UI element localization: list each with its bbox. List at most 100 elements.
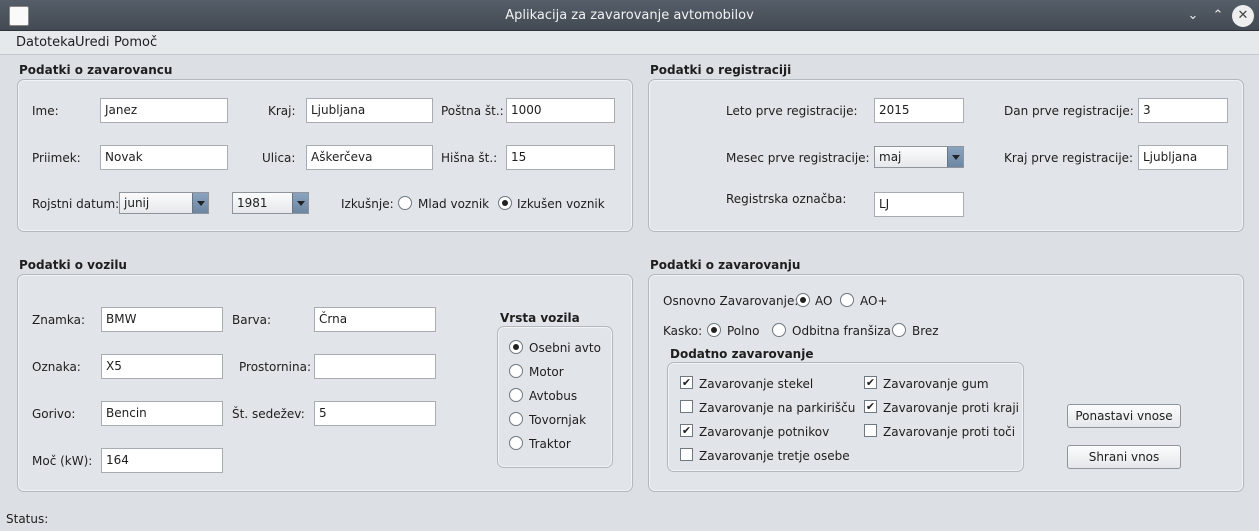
postal-label: Poštna št.:	[441, 104, 504, 118]
reg-place-label: Kraj prve registracije:	[1004, 151, 1134, 165]
menu-edit[interactable]: Uredi	[75, 35, 109, 50]
reg-month-value: maj	[879, 150, 902, 164]
kasko-franchise-label: Odbitna franšiza	[792, 324, 891, 338]
kasko-none-radio[interactable]	[892, 323, 906, 337]
parking-checkbox[interactable]	[680, 400, 693, 413]
basic-insurance-label: Osnovno Zavarovanje:	[663, 294, 799, 308]
basic-ao-plus-radio[interactable]	[840, 293, 854, 307]
kasko-none-label: Brez	[912, 324, 939, 338]
place-field[interactable]: Ljubljana	[306, 98, 433, 123]
vehicle-type-radio-tovornjak[interactable]	[509, 412, 523, 426]
glass-checkbox[interactable]: ✔	[680, 376, 693, 389]
tires-checkbox[interactable]: ✔	[864, 376, 877, 389]
kasko-franchise-radio[interactable]	[772, 323, 786, 337]
vehicle-type-label-motor: Motor	[529, 365, 564, 379]
model-label: Oznaka:	[32, 360, 81, 374]
experienced-driver-radio[interactable]	[498, 196, 512, 210]
surname-field[interactable]: Novak	[100, 145, 228, 170]
seats-field[interactable]: 5	[314, 401, 436, 426]
kasko-label: Kasko:	[663, 324, 703, 338]
vehicle-type-radio-traktor[interactable]	[509, 436, 523, 450]
street-label: Ulica:	[262, 151, 296, 165]
tires-label: Zavarovanje gum	[883, 377, 989, 391]
kasko-polno-radio[interactable]	[707, 323, 721, 337]
seats-label: Št. sedežev:	[232, 407, 305, 421]
close-icon[interactable]: ✕	[1232, 5, 1254, 27]
minimize-icon[interactable]: ⌄	[1182, 5, 1204, 27]
hail-label: Zavarovanje proti toči	[883, 425, 1016, 439]
passengers-checkbox[interactable]: ✔	[680, 424, 693, 437]
birth-label: Rojstni datum:	[32, 197, 120, 211]
menu-help[interactable]: Pomoč	[114, 35, 157, 50]
chevron-down-icon	[192, 193, 208, 213]
parking-label: Zavarovanje na parkirišču	[699, 401, 856, 415]
fuel-field[interactable]: Bencin	[101, 401, 223, 426]
registration-section-title: Podatki o registraciji	[650, 63, 792, 77]
house-label: Hišna št.:	[441, 151, 498, 165]
third-party-label: Zavarovanje tretje osebe	[699, 449, 850, 463]
passengers-label: Zavarovanje potnikov	[699, 425, 830, 439]
vehicle-type-radio-motor[interactable]	[509, 364, 523, 378]
experienced-driver-label: Izkušen voznik	[517, 197, 605, 211]
model-field[interactable]: X5	[101, 354, 223, 379]
reg-mark-field[interactable]: LJ	[874, 192, 964, 217]
brand-field[interactable]: BMW	[101, 307, 223, 332]
volume-field[interactable]	[314, 354, 436, 379]
status-label: Status:	[6, 512, 49, 526]
reg-place-field[interactable]: Ljubljana	[1138, 145, 1228, 170]
menu-bar	[0, 31, 1259, 55]
kasko-polno-label: Polno	[727, 324, 760, 338]
power-field[interactable]: 164	[101, 448, 223, 473]
vehicle-type-title: Vrsta vozila	[500, 311, 580, 325]
window-title: Aplikacija za zavarovanje avtomobilov	[505, 8, 754, 23]
basic-ao-radio[interactable]	[796, 293, 810, 307]
reg-mark-label: Registrska označba:	[726, 192, 847, 206]
young-driver-radio[interactable]	[398, 196, 412, 210]
power-label: Moč (kW):	[32, 454, 93, 468]
birth-year-select[interactable]: 1981	[232, 192, 309, 214]
save-button[interactable]: Shrani vnos	[1067, 445, 1181, 469]
street-field[interactable]: Aškerčeva	[306, 145, 433, 170]
additional-insurance-title: Dodatno zavarovanje	[670, 347, 814, 361]
brand-label: Znamka:	[32, 313, 86, 327]
theft-label: Zavarovanje proti kraji	[883, 401, 1020, 415]
place-label: Kraj:	[268, 104, 296, 118]
reg-day-field[interactable]: 3	[1138, 98, 1228, 123]
house-field[interactable]: 15	[506, 145, 615, 170]
surname-label: Priimek:	[32, 151, 81, 165]
name-field[interactable]: Janez	[100, 98, 228, 123]
basic-ao-label: AO	[815, 294, 833, 308]
chevron-down-icon	[292, 193, 308, 213]
vehicle-type-label-traktor: Traktor	[529, 437, 571, 451]
reg-year-field[interactable]: 2015	[874, 98, 964, 123]
glass-label: Zavarovanje stekel	[699, 377, 814, 391]
status-bar	[0, 509, 1259, 531]
birth-month-select[interactable]: junij	[119, 192, 209, 214]
birth-year-value: 1981	[237, 196, 268, 210]
reg-day-label: Dan prve registracije:	[1004, 104, 1134, 118]
vehicle-type-radio-osebni-avto[interactable]	[509, 340, 523, 354]
theft-checkbox[interactable]: ✔	[864, 400, 877, 413]
experience-label: Izkušnje:	[341, 197, 394, 211]
young-driver-label: Mlad voznik	[418, 197, 490, 211]
name-label: Ime:	[32, 104, 59, 118]
reg-month-select[interactable]: maj	[874, 146, 964, 168]
reset-button[interactable]: Ponastavi vnose	[1067, 404, 1181, 428]
vehicle-type-label-avtobus: Avtobus	[529, 389, 578, 403]
hail-checkbox[interactable]	[864, 424, 877, 437]
postal-field[interactable]: 1000	[506, 98, 615, 123]
birth-month-value: junij	[124, 196, 150, 210]
insured-section-title: Podatki o zavarovancu	[19, 63, 173, 77]
maximize-icon[interactable]: ⌃	[1207, 5, 1229, 27]
third-party-checkbox[interactable]	[680, 448, 693, 461]
reg-year-label: Leto prve registracije:	[726, 104, 858, 118]
vehicle-type-label-tovornjak: Tovornjak	[529, 413, 587, 427]
vehicle-type-radio-avtobus[interactable]	[509, 388, 523, 402]
volume-label: Prostornina:	[239, 360, 311, 374]
fuel-label: Gorivo:	[32, 407, 76, 421]
color-label: Barva:	[232, 313, 272, 327]
vehicle-type-label-osebni-avto: Osebni avto	[529, 341, 601, 355]
vehicle-section-title: Podatki o vozilu	[19, 258, 127, 272]
menu-file[interactable]: Datoteka	[16, 35, 75, 50]
color-field[interactable]: Črna	[314, 307, 436, 332]
